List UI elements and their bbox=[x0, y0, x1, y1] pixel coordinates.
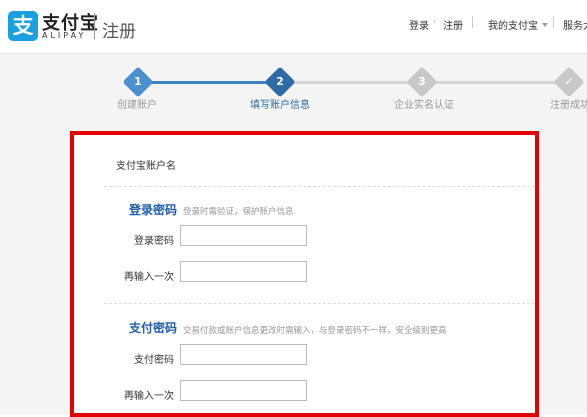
top-header: 支 支付宝 ALIPAY 注册 登录 · 注册 我的支付宝 服务大 bbox=[0, 0, 587, 54]
logo-subtext: ALIPAY bbox=[42, 31, 87, 40]
nav-dot-separator: · bbox=[433, 17, 437, 28]
step-connector bbox=[291, 81, 411, 84]
step-2-label: 填写账户信息 bbox=[250, 100, 310, 111]
page-title: 注册 bbox=[102, 22, 136, 42]
step-connector bbox=[149, 81, 269, 84]
alipay-logo-icon[interactable]: 支 bbox=[8, 11, 38, 41]
pay-password-confirm-label: 再输入一次 bbox=[124, 391, 174, 402]
check-icon: ✓ bbox=[553, 66, 585, 98]
pay-password-label: 支付密码 bbox=[134, 355, 174, 366]
nav-my-alipay-menu[interactable]: 我的支付宝 bbox=[488, 17, 548, 32]
pay-password-input[interactable] bbox=[180, 344, 307, 365]
step-1-marker: 1 bbox=[122, 66, 154, 98]
nav-divider bbox=[553, 16, 554, 28]
pay-password-hint: 交易付款或账户信息更改时需输入，与登录密码不一样，安全级别更高 bbox=[183, 326, 447, 336]
nav-my-alipay-label: 我的支付宝 bbox=[488, 21, 538, 32]
login-password-confirm-input[interactable] bbox=[180, 261, 307, 282]
login-password-hint: 登录时需验证，保护账户信息 bbox=[183, 207, 294, 217]
step-3-label: 企业实名认证 bbox=[394, 100, 454, 111]
pay-password-section-title: 支付密码 bbox=[129, 321, 178, 335]
nav-divider bbox=[472, 16, 473, 28]
login-password-input[interactable] bbox=[180, 225, 307, 246]
login-password-section-title: 登录密码 bbox=[129, 203, 178, 217]
account-name-label: 支付宝账户名 bbox=[116, 161, 176, 172]
chevron-down-icon bbox=[542, 23, 548, 27]
step-3-marker: 3 bbox=[406, 66, 438, 98]
section-divider bbox=[104, 186, 535, 187]
step-connector bbox=[433, 81, 558, 84]
login-password-confirm-label: 再输入一次 bbox=[124, 272, 174, 283]
nav-login-link[interactable]: 登录 bbox=[409, 17, 429, 32]
login-password-label: 登录密码 bbox=[134, 236, 174, 247]
nav-service-link[interactable]: 服务大 bbox=[563, 17, 587, 32]
step-2-marker: 2 bbox=[264, 66, 296, 98]
step-1-label: 创建账户 bbox=[117, 100, 157, 111]
step-4-label: 注册成功 bbox=[550, 100, 587, 111]
nav-register-link[interactable]: 注册 bbox=[443, 17, 463, 32]
account-info-form: 支付宝账户名 登录密码 登录时需验证，保护账户信息 登录密码 再输入一次 支付密… bbox=[70, 131, 539, 417]
section-divider bbox=[104, 303, 535, 304]
logo-divider bbox=[94, 13, 95, 39]
pay-password-confirm-input[interactable] bbox=[180, 380, 307, 401]
